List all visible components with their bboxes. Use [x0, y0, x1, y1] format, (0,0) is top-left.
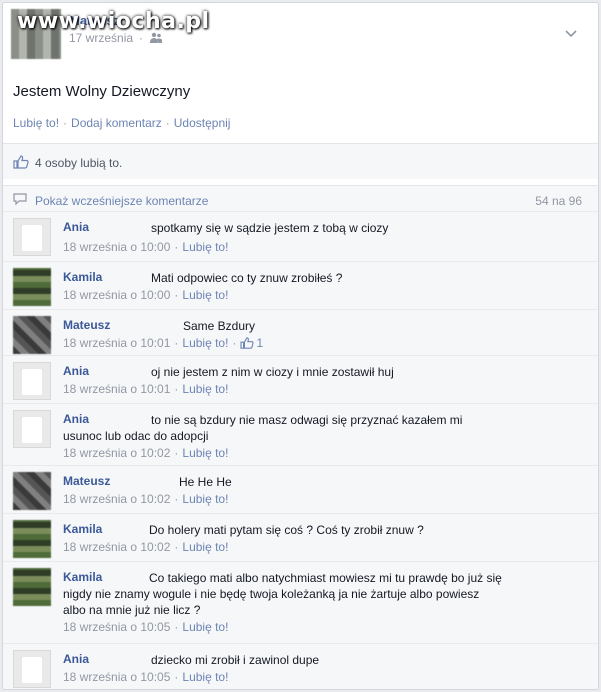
comment-date[interactable]: 18 września o 10:02 — [63, 540, 170, 554]
comment-text: Same Bzdury — [183, 319, 256, 333]
comment-date[interactable]: 18 września o 10:05 — [63, 670, 170, 684]
comment-meta: 18 września o 10:01 · Lubię to! — [63, 382, 229, 396]
watermark: www.wiocha.pl — [17, 9, 210, 34]
comment-meta: 18 września o 10:01 · Lubię to! · 1 — [63, 336, 264, 350]
comment-item: Kamila Do holery mati pytam się coś ? Co… — [3, 513, 598, 561]
thumbs-up-icon — [240, 337, 255, 349]
thumbs-up-icon — [13, 155, 29, 169]
add-comment-link[interactable]: Dodaj komentarz — [71, 116, 162, 130]
post-card: Mateusz 17 września · www.wiocha.pl Jest… — [2, 2, 599, 690]
comment-like-link[interactable]: Lubię to! — [182, 382, 228, 396]
avatar[interactable] — [13, 268, 51, 306]
comment-like-link[interactable]: Lubię to! — [182, 336, 228, 350]
post-text: Jestem Wolny Dziewczyny — [13, 83, 191, 100]
comment-date[interactable]: 18 września o 10:02 — [63, 446, 170, 460]
comment-text: Co takiego mati albo natychmiast mowiesz… — [149, 571, 502, 585]
comment-like-link[interactable]: Lubię to! — [182, 446, 228, 460]
comment-meta: 18 września o 10:00 · Lubię to! — [63, 240, 229, 254]
comment-text-line: albo na mnie już nie licz ? — [63, 603, 201, 617]
comment-date[interactable]: 18 września o 10:05 — [63, 620, 170, 634]
comment-author[interactable]: Mateusz — [63, 318, 110, 332]
comment-author[interactable]: Kamila — [63, 270, 102, 284]
comment-like-link[interactable]: Lubię to! — [182, 240, 228, 254]
comment-text: Do holery mati pytam się coś ? Coś ty zr… — [149, 523, 424, 537]
comment-author[interactable]: Ania — [63, 652, 89, 666]
comment-meta: 18 września o 10:05 · Lubię to! — [63, 620, 229, 634]
comment-like-link[interactable]: Lubię to! — [182, 670, 228, 684]
comment-item: Ania dziecko mi zrobił i zawinol dupe 18… — [3, 643, 598, 689]
avatar[interactable] — [13, 520, 51, 558]
comment-meta: 18 września o 10:00 · Lubię to! — [63, 288, 229, 302]
comment-list: Ania spotkamy się w sądzie jestem z tobą… — [3, 211, 598, 689]
likes-count[interactable]: 4 osoby lubią to. — [35, 156, 122, 170]
comment-like-link[interactable]: Lubię to! — [182, 492, 228, 506]
comment-date[interactable]: 18 września o 10:01 — [63, 382, 170, 396]
previous-comments-bar: Pokaż wcześniejsze komentarze 54 na 96 — [3, 185, 598, 211]
comment-author[interactable]: Ania — [63, 220, 89, 234]
avatar[interactable] — [13, 316, 51, 354]
comment-text-line: usunoc lub odac do adopcji — [63, 429, 209, 443]
comment-text: He He He — [179, 475, 232, 489]
comment-meta: 18 września o 10:02 · Lubię to! — [63, 446, 229, 460]
avatar[interactable] — [13, 568, 51, 606]
comment-date[interactable]: 18 września o 10:01 — [63, 336, 170, 350]
comment-item: Kamila Co takiego mati albo natychmiast … — [3, 561, 598, 643]
comment-like-count[interactable]: 1 — [240, 336, 263, 350]
comment-item: Ania oj nie jestem z nim w ciozy i mnie … — [3, 355, 598, 403]
comment-author[interactable]: Ania — [63, 412, 89, 426]
comment-text-line: nigdy nie znamy wogule i nie będę twoja … — [63, 587, 480, 601]
comment-item: Ania spotkamy się w sądzie jestem z tobą… — [3, 211, 598, 261]
avatar[interactable] — [13, 410, 51, 448]
avatar[interactable] — [13, 650, 51, 688]
comment-author[interactable]: Kamila — [63, 522, 102, 536]
comment-item: Kamila Mati odpowiec co ty znuw zrobiłeś… — [3, 261, 598, 309]
comment-item: Ania to nie są bzdury nie masz odwagi si… — [3, 403, 598, 465]
post-actions: Lubię to! · Dodaj komentarz · Udostępnij — [13, 116, 231, 130]
comment-meta: 18 września o 10:02 · Lubię to! — [63, 492, 229, 506]
comment-meta: 18 września o 10:05 · Lubię to! — [63, 670, 229, 684]
likes-summary: 4 osoby lubią to. — [3, 143, 598, 179]
avatar[interactable] — [13, 472, 51, 510]
comment-date[interactable]: 18 września o 10:02 — [63, 492, 170, 506]
comment-like-link[interactable]: Lubię to! — [182, 288, 228, 302]
comment-meta: 18 września o 10:02 · Lubię to! — [63, 540, 229, 554]
comment-date[interactable]: 18 września o 10:00 — [63, 288, 170, 302]
comment-item: Mateusz Same Bzdury 18 września o 10:01 ·… — [3, 309, 598, 355]
comment-text: to nie są bzdury nie masz odwagi się prz… — [151, 413, 463, 427]
comment-text: oj nie jestem z nim w ciozy i mnie zosta… — [151, 365, 394, 379]
comment-item: Mateusz He He He 18 września o 10:02 · Lu… — [3, 465, 598, 513]
like-link[interactable]: Lubię to! — [13, 116, 59, 130]
avatar[interactable] — [13, 218, 51, 256]
comment-count: 54 na 96 — [535, 194, 582, 208]
comment-date[interactable]: 18 września o 10:00 — [63, 240, 170, 254]
share-link[interactable]: Udostępnij — [174, 116, 231, 130]
comment-author[interactable]: Ania — [63, 364, 89, 378]
comment-text: spotkamy się w sądzie jestem z tobą w ci… — [151, 221, 389, 235]
comment-text: Mati odpowiec co ty znuw zrobiłeś ? — [151, 271, 343, 285]
comment-icon — [13, 193, 27, 205]
chevron-down-icon[interactable] — [565, 27, 577, 39]
comment-author[interactable]: Mateusz — [63, 474, 110, 488]
comment-like-link[interactable]: Lubię to! — [182, 620, 228, 634]
comment-author[interactable]: Kamila — [63, 570, 102, 584]
show-previous-comments[interactable]: Pokaż wcześniejsze komentarze — [35, 194, 208, 208]
avatar[interactable] — [13, 362, 51, 400]
comment-text: dziecko mi zrobił i zawinol dupe — [151, 653, 320, 667]
comment-like-link[interactable]: Lubię to! — [182, 540, 228, 554]
